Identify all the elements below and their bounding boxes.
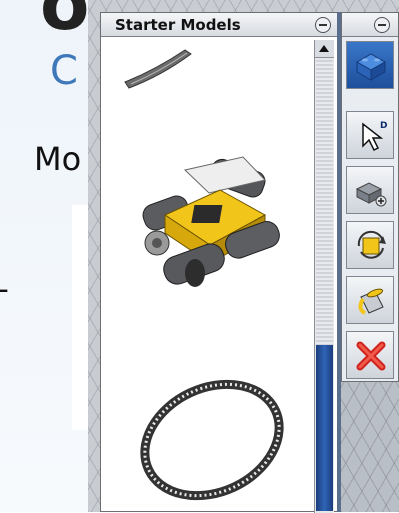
panel-title: Starter Models: [115, 16, 241, 34]
starter-models-titlebar[interactable]: Starter Models: [101, 13, 337, 37]
add-brick-tool-button[interactable]: [346, 166, 394, 214]
select-tool-button[interactable]: D: [346, 111, 394, 159]
tracked-vehicle-icon: [142, 156, 280, 287]
cropped-model-icon: [124, 49, 192, 89]
brick-mode-button[interactable]: [346, 41, 394, 89]
paint-tool-button[interactable]: [346, 276, 394, 324]
slide-dash: -: [0, 272, 9, 307]
tools-titlebar[interactable]: [342, 13, 398, 37]
starter-models-palette: Starter Models: [100, 12, 338, 513]
rotate-tool-button[interactable]: [346, 221, 394, 269]
add-brick-icon: [355, 182, 387, 207]
models-scrollbar[interactable]: [314, 40, 334, 513]
select-arrow-icon: D: [362, 121, 387, 152]
slide-subheading: C: [50, 48, 78, 94]
models-list: [105, 40, 310, 513]
blue-brick-icon: [355, 53, 387, 81]
workspace-grid-strip: [341, 382, 399, 512]
paint-bucket-icon: [358, 288, 384, 315]
model-item-train-track[interactable]: [130, 370, 290, 510]
collapse-palette-button[interactable]: [315, 17, 331, 33]
svg-text:D: D: [380, 121, 387, 131]
delete-tool-button[interactable]: [346, 331, 394, 379]
rotate-icon: [357, 230, 386, 259]
tools-palette: D: [341, 12, 399, 382]
model-item-cropped[interactable]: [115, 40, 225, 90]
collapse-tools-button[interactable]: [374, 17, 390, 33]
delete-icon: [356, 341, 386, 371]
scroll-up-arrow-icon[interactable]: [315, 40, 334, 58]
scroll-thumb[interactable]: [316, 345, 333, 511]
train-track-icon: [140, 379, 284, 501]
model-item-tracked-vehicle[interactable]: [125, 145, 285, 300]
slide-bullet-text: Mo: [34, 140, 82, 178]
